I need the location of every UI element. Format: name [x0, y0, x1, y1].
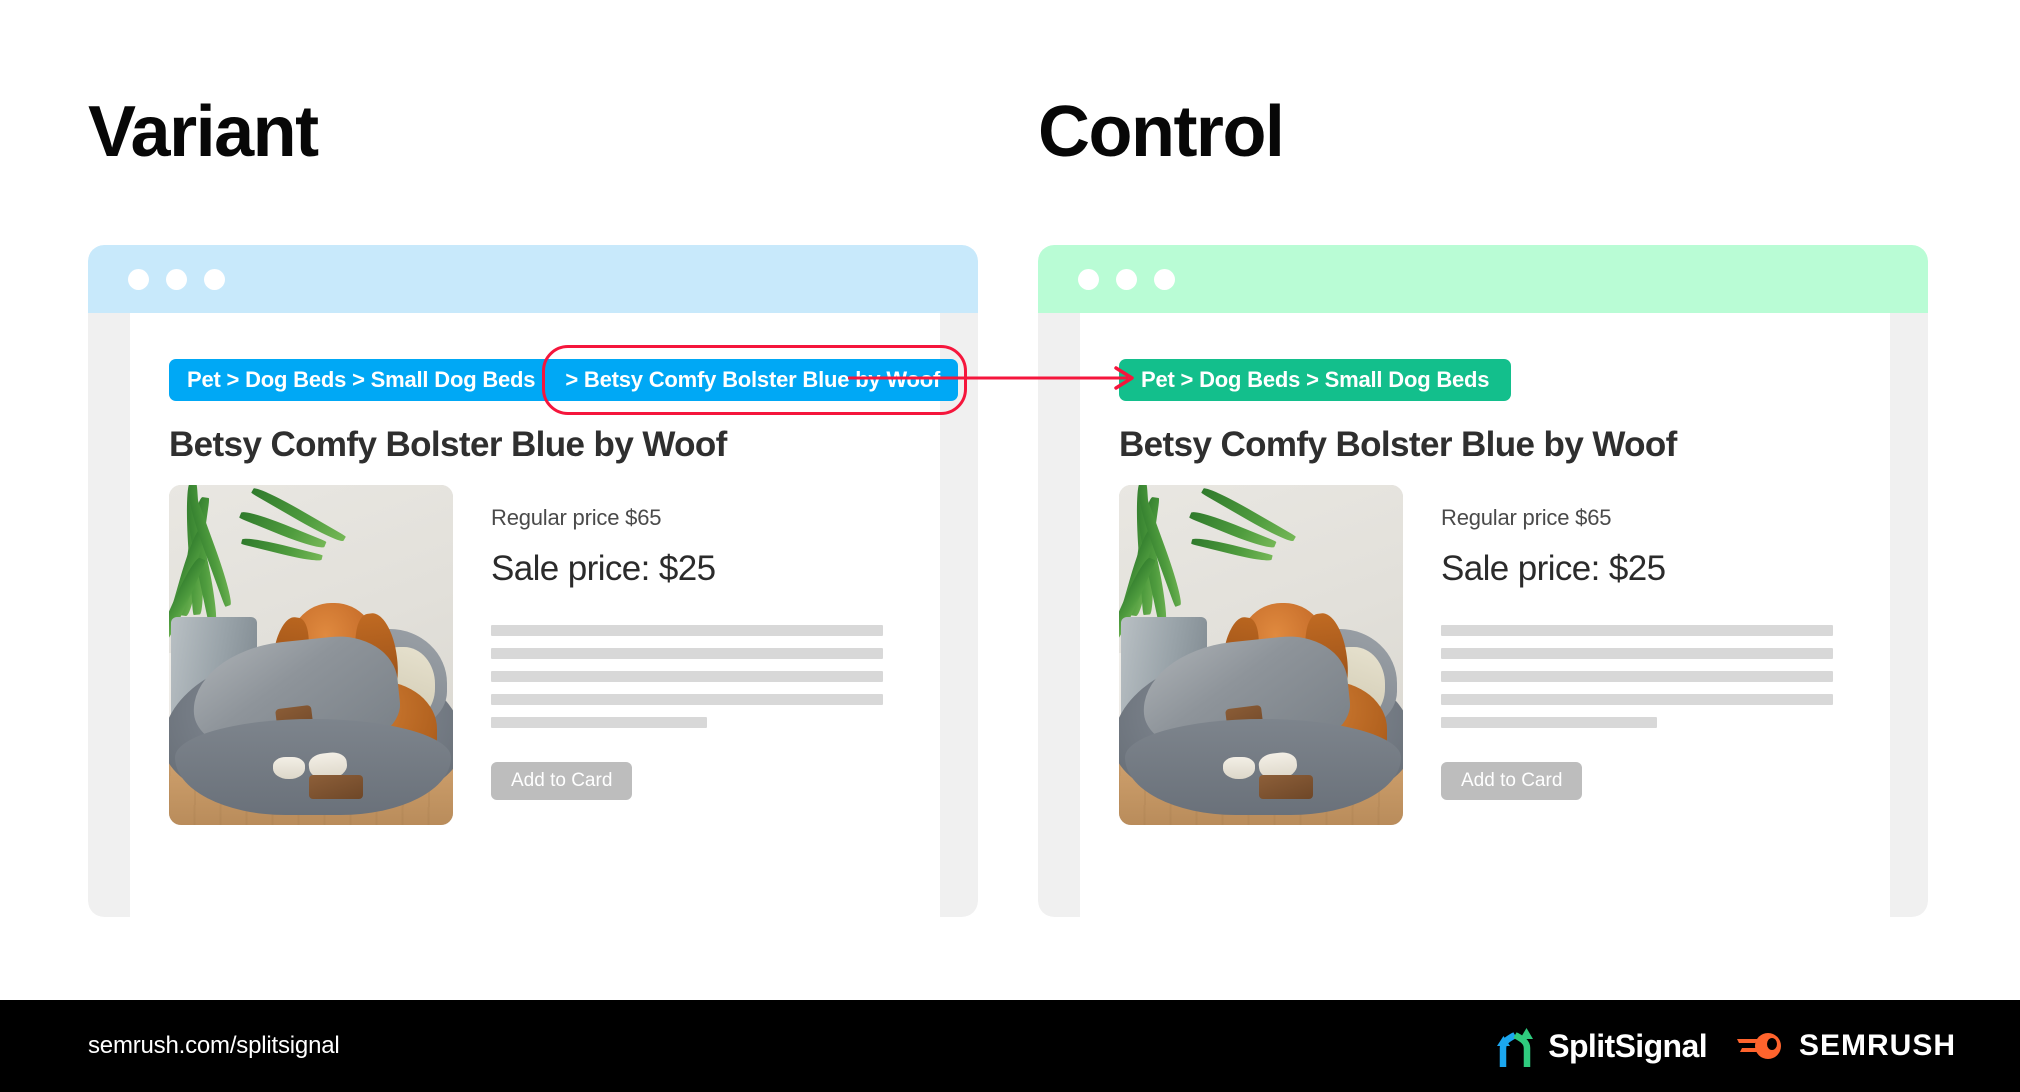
- breadcrumb-control: Pet > Dog Beds > Small Dog Beds: [1119, 359, 1512, 401]
- skeleton-line: [491, 671, 883, 682]
- semrush-comet-icon: [1736, 1033, 1781, 1059]
- skeleton-line: [1441, 648, 1833, 659]
- breadcrumb-category-path[interactable]: Pet > Dog Beds > Small Dog Beds: [169, 359, 552, 401]
- browser-mock-control: Pet > Dog Beds > Small Dog Beds Betsy Co…: [1038, 245, 1928, 917]
- description-skeleton-control: [1441, 625, 1833, 728]
- product-row-variant: Regular price $65 Sale price: $25 Add to…: [169, 485, 883, 825]
- semrush-wordmark: SEMRUSH: [1798, 1029, 1956, 1062]
- breadcrumb-variant: Pet > Dog Beds > Small Dog Beds > Betsy …: [169, 359, 959, 401]
- window-dot-close-icon[interactable]: [1078, 268, 1099, 290]
- regular-price-control: Regular price $65: [1441, 505, 1612, 530]
- footer-logos: SplitSignal SEMRUSH: [1494, 1024, 1956, 1068]
- screenshot-root: Variant Control Pet > Dog Beds > Small D…: [0, 0, 2020, 1092]
- skeleton-line: [1441, 717, 1657, 728]
- product-page-control: Pet > Dog Beds > Small Dog Beds Betsy Co…: [1080, 313, 1890, 917]
- product-title-variant: Betsy Comfy Bolster Blue by Woof: [169, 425, 727, 464]
- skeleton-line: [491, 625, 883, 636]
- regular-price-variant: Regular price $65: [491, 505, 662, 530]
- sale-price-control: Sale price: $25: [1441, 549, 1666, 588]
- window-dot-minimize-icon[interactable]: [1116, 268, 1137, 290]
- browser-titlebar-control: [1038, 245, 1928, 313]
- product-photo-control: [1119, 485, 1403, 825]
- semrush-logo: SEMRUSH: [1735, 1028, 1956, 1064]
- browser-mock-variant: Pet > Dog Beds > Small Dog Beds > Betsy …: [88, 245, 978, 917]
- skeleton-line: [1441, 671, 1833, 682]
- sale-price-variant: Sale price: $25: [491, 549, 716, 588]
- breadcrumb-category-path[interactable]: Pet > Dog Beds > Small Dog Beds: [1119, 359, 1512, 401]
- product-row-control: Regular price $65 Sale price: $25 Add to…: [1119, 485, 1833, 825]
- page-title-variant: Variant: [88, 92, 319, 172]
- browser-titlebar-variant: [88, 245, 978, 313]
- photo-dog-paw-left: [1223, 757, 1255, 779]
- add-to-cart-button-variant[interactable]: Add to Card: [491, 762, 633, 800]
- splitsignal-logo: SplitSignal: [1494, 1024, 1708, 1068]
- product-details-control: Regular price $65 Sale price: $25 Add to…: [1441, 485, 1833, 825]
- product-title-control: Betsy Comfy Bolster Blue by Woof: [1119, 425, 1677, 464]
- product-details-variant: Regular price $65 Sale price: $25 Add to…: [491, 485, 883, 825]
- skeleton-line: [491, 694, 883, 705]
- footer-url[interactable]: semrush.com/splitsignal: [88, 1032, 340, 1060]
- window-dot-minimize-icon[interactable]: [166, 268, 187, 290]
- description-skeleton-variant: [491, 625, 883, 728]
- breadcrumb-product-segment[interactable]: > Betsy Comfy Bolster Blue by Woof: [551, 359, 959, 401]
- browser-body-control: Pet > Dog Beds > Small Dog Beds Betsy Co…: [1038, 313, 1928, 917]
- window-dot-maximize-icon[interactable]: [1154, 268, 1175, 290]
- footer-bar: semrush.com/splitsignal SplitSignal SEMR…: [0, 1000, 2020, 1092]
- skeleton-line: [1441, 694, 1833, 705]
- skeleton-line: [491, 717, 707, 728]
- skeleton-line: [1441, 625, 1833, 636]
- splitsignal-split-arrows-icon: [1497, 1028, 1534, 1067]
- photo-dog-paw-left: [273, 757, 305, 779]
- photo-brand-tag-bed: [1259, 775, 1313, 799]
- skeleton-line: [491, 648, 883, 659]
- splitsignal-wordmark: SplitSignal: [1548, 1027, 1707, 1064]
- window-dot-maximize-icon[interactable]: [204, 268, 225, 290]
- page-title-control: Control: [1038, 92, 1285, 172]
- browser-body-variant: Pet > Dog Beds > Small Dog Beds > Betsy …: [88, 313, 978, 917]
- product-photo-variant: [169, 485, 453, 825]
- photo-brand-tag-bed: [309, 775, 363, 799]
- window-dot-close-icon[interactable]: [128, 268, 149, 290]
- product-page-variant: Pet > Dog Beds > Small Dog Beds > Betsy …: [130, 313, 959, 917]
- add-to-cart-button-control[interactable]: Add to Card: [1441, 762, 1583, 800]
